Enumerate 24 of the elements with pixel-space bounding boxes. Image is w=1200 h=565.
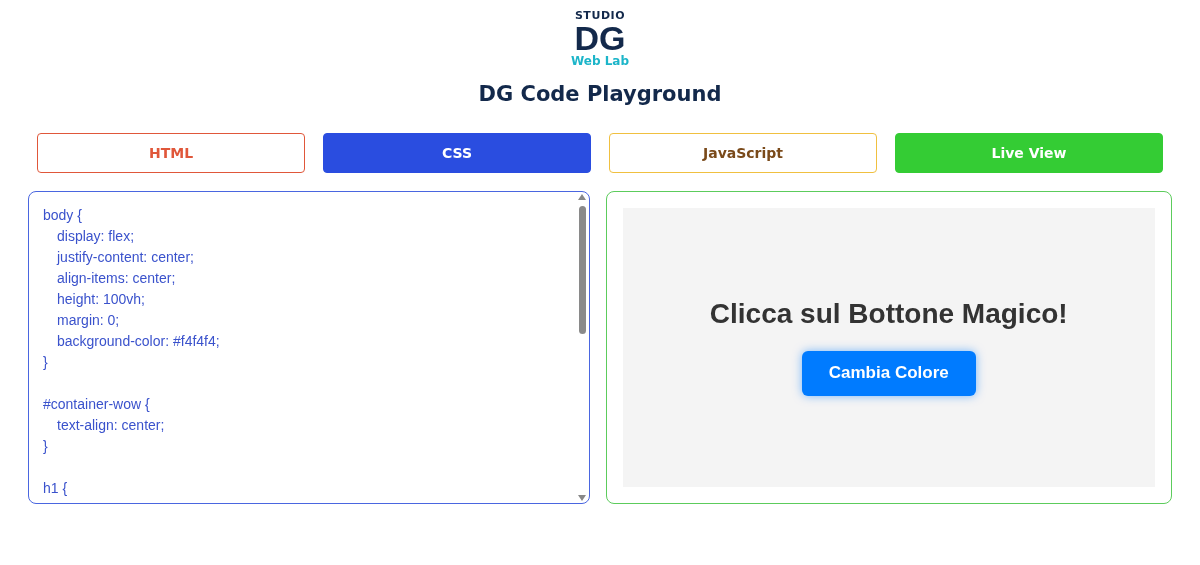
scrollbar[interactable] xyxy=(577,193,587,501)
code-line: h1 { xyxy=(43,478,68,498)
code-line: display: flex; xyxy=(56,226,135,246)
logo: STUDIO DG Web Lab xyxy=(570,10,630,67)
page-title: DG Code Playground xyxy=(478,81,722,108)
tab[interactable]: JavaScript xyxy=(609,132,877,173)
preview-heading: Clicca sul Bottone Magico! xyxy=(709,296,1068,331)
color-change-button[interactable]: Cambia Colore xyxy=(801,350,976,396)
code-line: text-align: center; xyxy=(56,415,165,435)
code-line: body { xyxy=(43,205,82,225)
scroll-thumb[interactable] xyxy=(578,205,586,334)
scroll-down-icon[interactable] xyxy=(578,494,586,501)
code-line: #container-wow { xyxy=(43,394,150,414)
code-line: } xyxy=(43,436,48,456)
scroll-up-icon[interactable] xyxy=(578,193,586,200)
code-line: background-color: #f4f4f4; xyxy=(56,331,220,351)
tab[interactable]: CSS xyxy=(323,132,591,173)
code-line: margin: 0; xyxy=(56,310,120,330)
code-line: justify-content: center; xyxy=(55,247,194,267)
tab[interactable]: HTML xyxy=(37,132,305,173)
code-line: align-items: center; xyxy=(56,268,176,288)
code-line: } xyxy=(43,352,48,372)
code-editor[interactable]: body { display: flex; justify-content: center; align-items: center; height: 100vh; margin: 0; background-color: #f4f4f4; } #container-wow { text-align: center; } h1 { xyxy=(28,190,590,504)
code-line: height: 100vh; xyxy=(56,289,145,309)
